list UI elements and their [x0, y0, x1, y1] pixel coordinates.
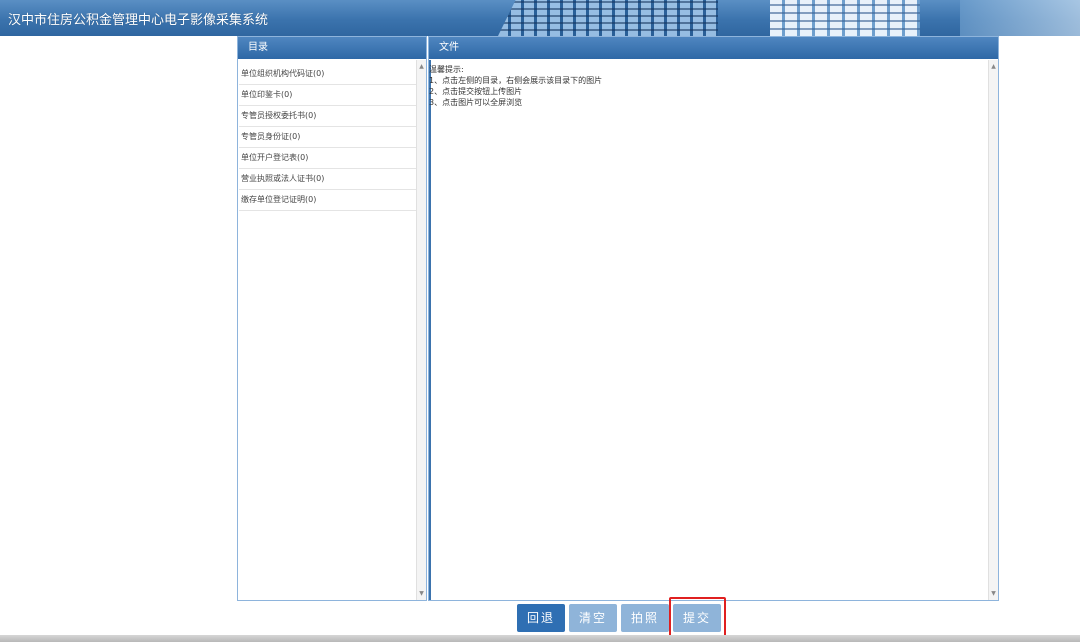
directory-item-seal-card[interactable]: 单位印鉴卡(0) — [239, 85, 417, 106]
scroll-up-icon[interactable]: ▲ — [417, 62, 426, 71]
tips-line: 2、点击提交按钮上传图片 — [429, 87, 523, 96]
bottom-bar — [0, 635, 1080, 642]
submit-highlight-box — [669, 597, 726, 637]
file-panel-divider — [429, 60, 431, 600]
header-building-graphic — [770, 0, 920, 36]
file-header: 文件 — [429, 37, 998, 59]
directory-header: 目录 — [238, 37, 426, 59]
directory-scrollbar[interactable]: ▲ ▼ — [416, 60, 426, 600]
directory-item-business-license[interactable]: 营业执照或法人证书(0) — [239, 169, 417, 190]
file-panel: 文件 温馨提示: 1、点击左侧的目录，右侧会展示该目录下的图片 2、点击提交按钮… — [428, 36, 999, 601]
tips-line: 3、点击图片可以全屏浏览 — [429, 98, 523, 107]
clear-button[interactable]: 清空 — [569, 604, 617, 632]
tips-title: 温馨提示: — [429, 65, 464, 74]
app-header: 汉中市住房公积金管理中心电子影像采集系统 — [0, 0, 1080, 36]
scroll-down-icon[interactable]: ▼ — [417, 589, 426, 598]
file-scrollbar[interactable]: ▲ ▼ — [988, 60, 998, 600]
directory-list: 单位组织机构代码证(0) 单位印鉴卡(0) 专管员授权委托书(0) 专管员身份证… — [239, 64, 417, 211]
header-building-graphic — [498, 0, 718, 36]
directory-item-deposit-certificate[interactable]: 缴存单位登记证明(0) — [239, 190, 417, 211]
directory-item-org-code[interactable]: 单位组织机构代码证(0) — [239, 64, 417, 85]
tips-text: 温馨提示: 1、点击左侧的目录，右侧会展示该目录下的图片 2、点击提交按钮上传图… — [429, 64, 602, 108]
directory-item-authorization[interactable]: 专管员授权委托书(0) — [239, 106, 417, 127]
scroll-up-icon[interactable]: ▲ — [989, 62, 998, 71]
directory-item-account-form[interactable]: 单位开户登记表(0) — [239, 148, 417, 169]
scroll-down-icon[interactable]: ▼ — [989, 589, 998, 598]
tips-line: 1、点击左侧的目录，右侧会展示该目录下的图片 — [429, 76, 603, 85]
app-title: 汉中市住房公积金管理中心电子影像采集系统 — [8, 13, 269, 28]
directory-item-id-card[interactable]: 专管员身份证(0) — [239, 127, 417, 148]
back-button[interactable]: 回退 — [517, 604, 565, 632]
header-building-graphic — [960, 0, 1080, 36]
directory-panel: 目录 单位组织机构代码证(0) 单位印鉴卡(0) 专管员授权委托书(0) 专管员… — [237, 36, 427, 601]
photo-button[interactable]: 拍照 — [621, 604, 669, 632]
